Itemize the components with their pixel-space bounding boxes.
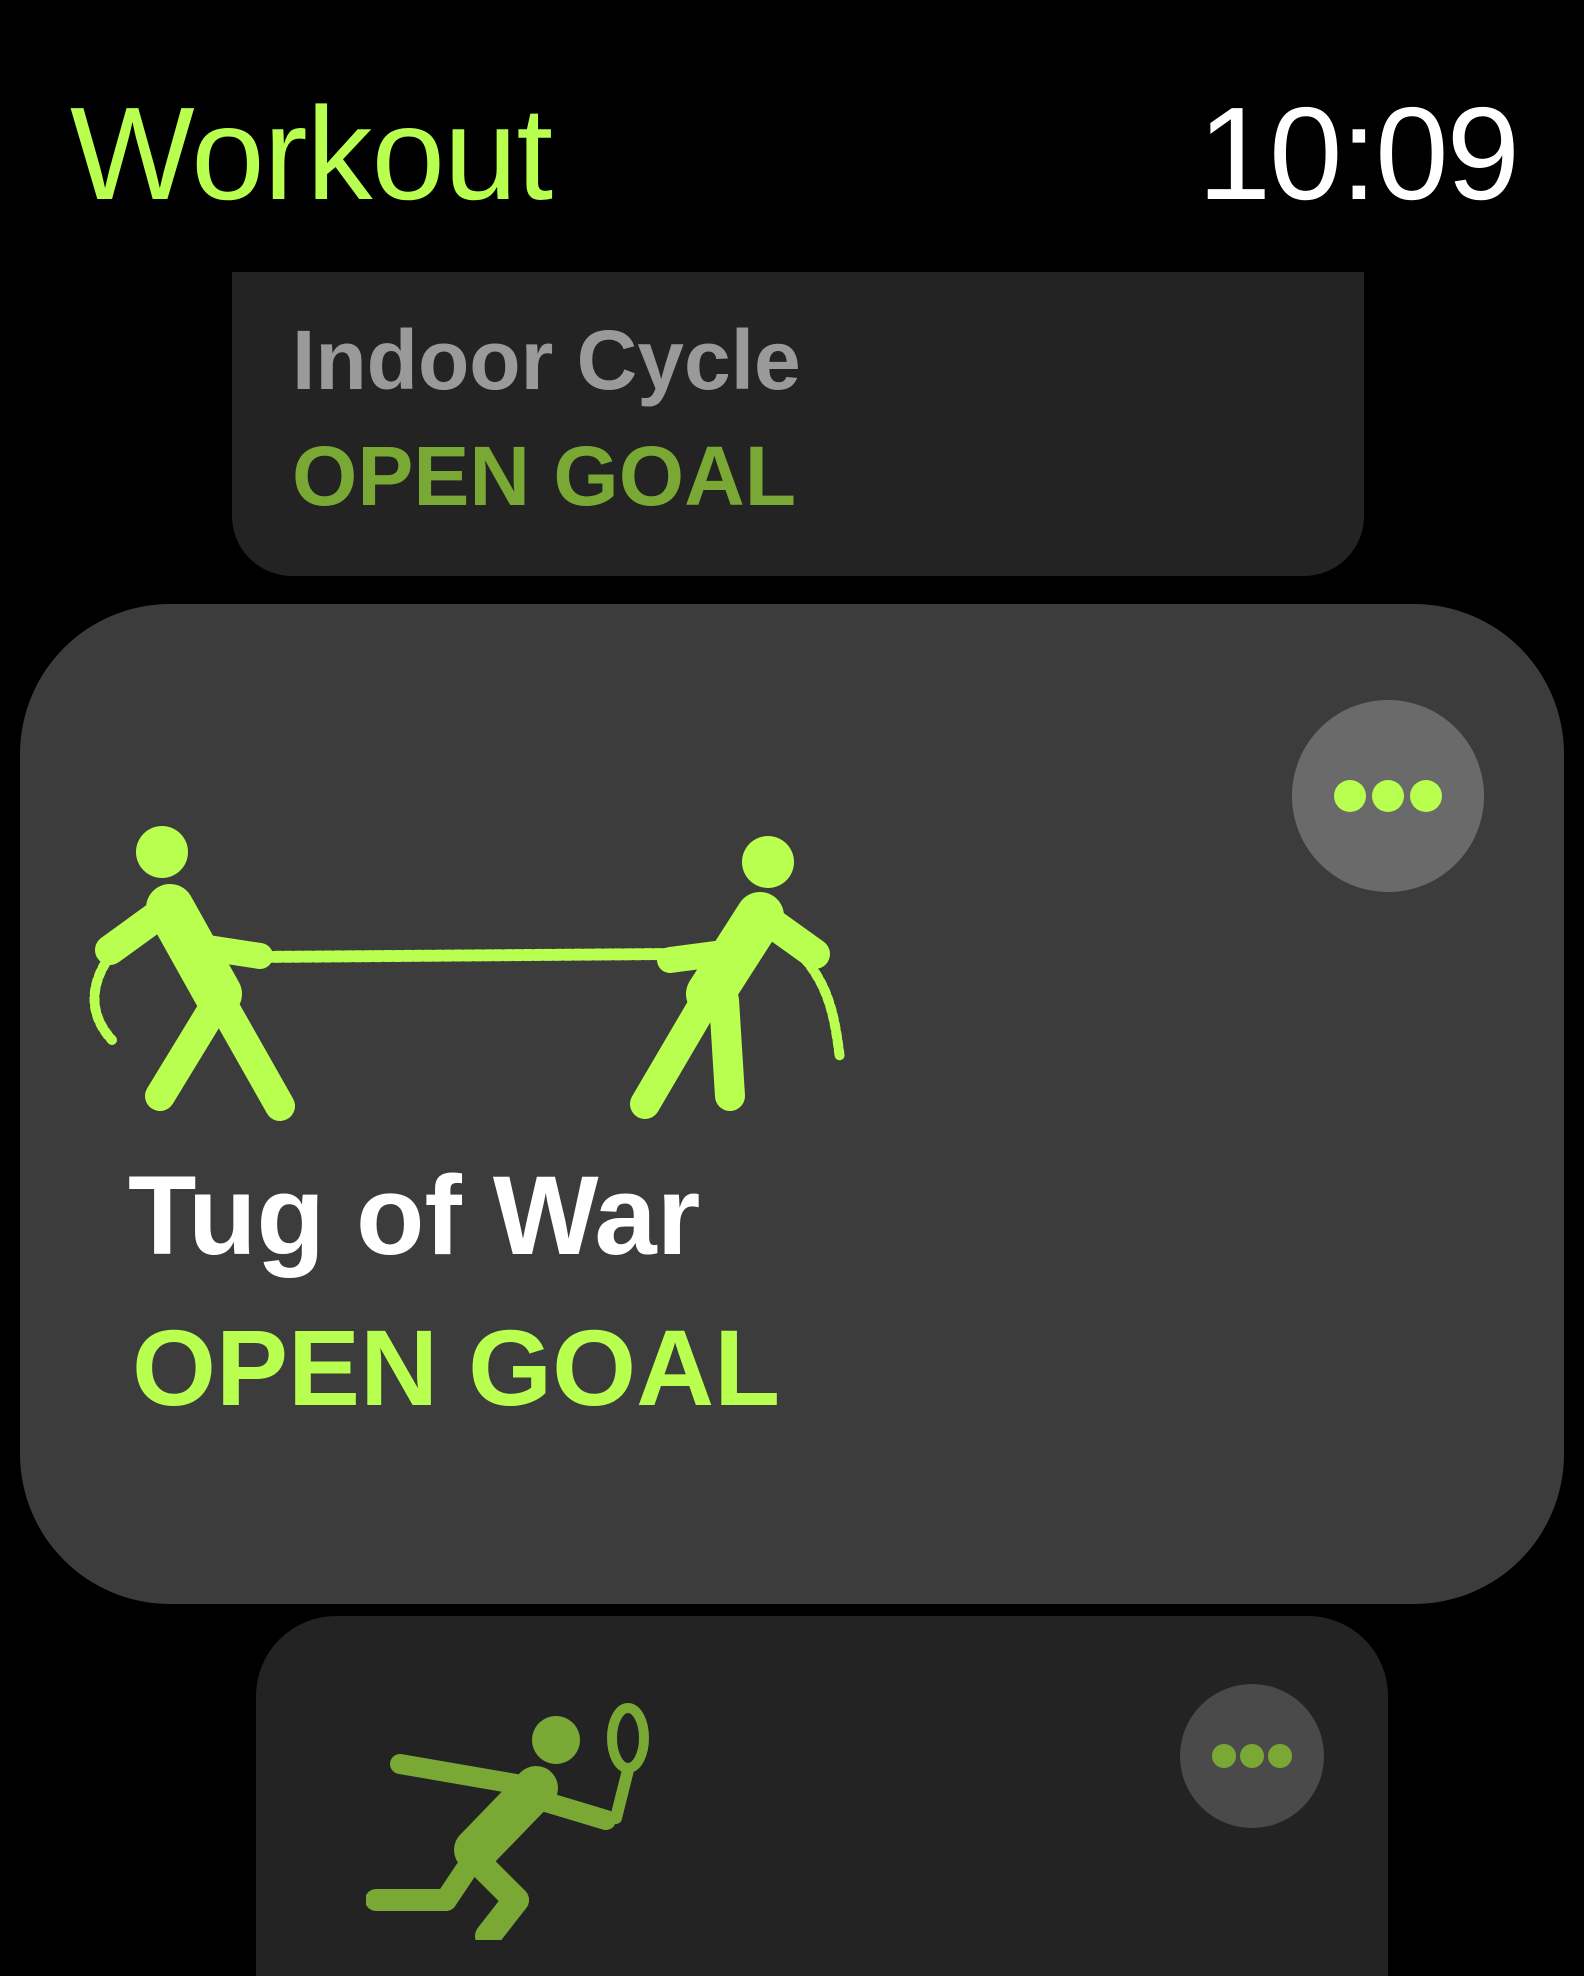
workout-goal: OPEN GOAL xyxy=(292,429,797,523)
more-button[interactable] xyxy=(1180,1684,1324,1828)
more-button[interactable] xyxy=(1292,700,1484,892)
workout-card-next[interactable] xyxy=(256,1616,1388,1976)
tug-of-war-icon xyxy=(89,826,845,1121)
workout-goal: OPEN GOAL xyxy=(132,1307,781,1428)
workout-title: Tug of War xyxy=(128,1153,701,1278)
clock: 10:09 xyxy=(1197,80,1520,227)
workout-card-indoor-cycle[interactable]: Indoor Cycle OPEN GOAL xyxy=(232,272,1364,576)
more-ellipsis-icon xyxy=(1212,1744,1292,1768)
more-ellipsis-icon xyxy=(1334,780,1442,812)
workout-card-tug-of-war[interactable]: Tug of War OPEN GOAL xyxy=(20,604,1564,1604)
workout-title: Indoor Cycle xyxy=(292,313,801,407)
status-bar: Workout 10:09 xyxy=(0,0,1584,240)
racquet-sport-icon xyxy=(366,1703,649,1940)
app-title: Workout xyxy=(70,80,553,227)
